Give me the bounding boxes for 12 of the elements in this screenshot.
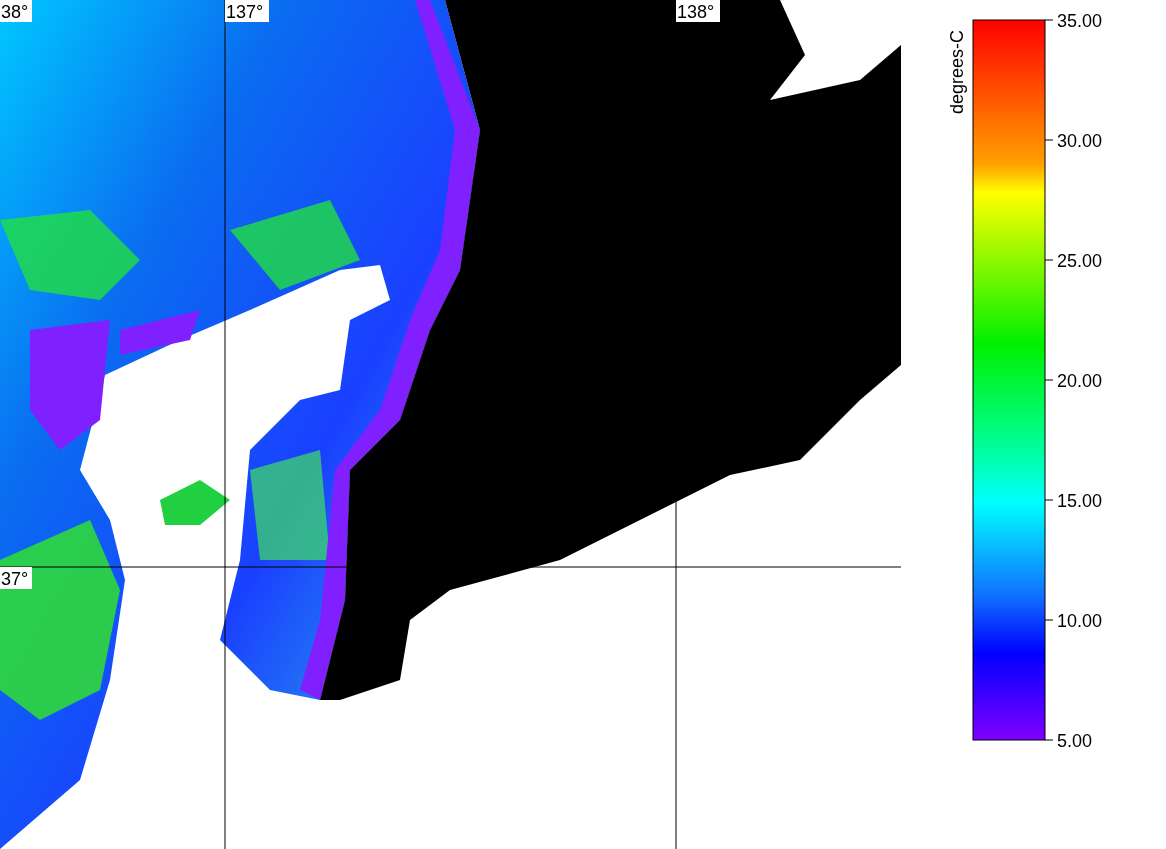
scale-tick: 10.00: [1044, 611, 1103, 631]
longitude-label: 138°: [676, 0, 720, 22]
longitude-label: 137°: [225, 0, 269, 22]
latitude-label: 38°: [0, 0, 32, 22]
scale-tick: 20.00: [1044, 371, 1103, 391]
scale-tick: 15.00: [1044, 491, 1103, 511]
latitude-label: 37°: [0, 567, 32, 589]
scale-tick: 30.00: [1044, 131, 1103, 151]
scale-tick: 35.00: [1044, 11, 1103, 31]
scale-tick: 5.00: [1044, 731, 1093, 751]
scale-tick: 25.00: [1044, 251, 1103, 271]
unit-label: degrees-C: [947, 29, 967, 114]
